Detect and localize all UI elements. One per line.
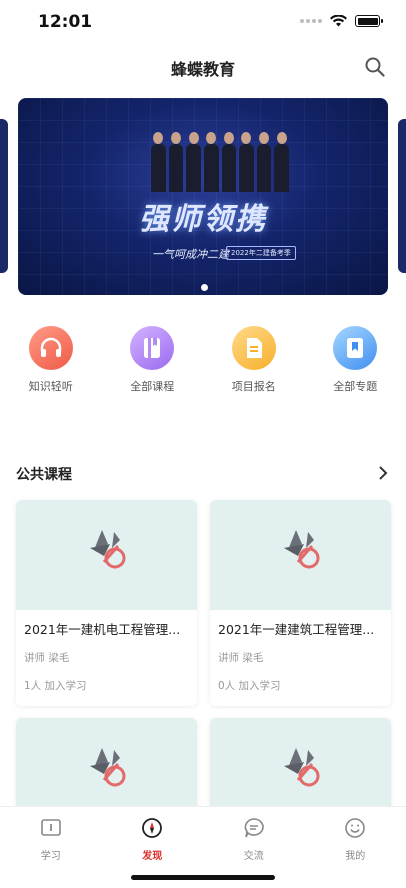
top-navbar: 蜂蝶教育 [0,46,406,88]
course-thumbnail [16,500,197,610]
headphones-icon [28,326,73,370]
course-title: 2021年一建建筑工程管理... [218,622,375,637]
course-teacher: 讲师 梁毛 [24,652,70,664]
study-icon [40,819,61,836]
banner-headline: 强师领携 [139,202,267,237]
wifi-icon [330,15,347,27]
chat-icon [244,818,264,838]
quick-entry-label: 全部课程 [130,380,175,393]
compass-icon [142,818,163,838]
quick-entry-all-courses[interactable]: 全部课程 [102,326,204,406]
banner-tag: 2022年二建备考季 [226,246,296,260]
chevron-right-icon[interactable] [376,464,390,482]
quick-entry-label: 项目报名 [231,380,276,393]
butterfly-logo-icon [284,748,320,787]
document-icon [231,326,276,370]
tab-study[interactable]: 学习 [0,807,102,888]
section-title: 公共课程 [16,467,72,483]
book-icon [130,326,175,370]
smile-icon [345,818,366,838]
home-indicator [131,875,275,880]
course-card[interactable]: 2021年一建机电工程管理... 讲师 梁毛 1人 加入学习 [16,500,197,706]
tab-label: 发现 [142,851,163,862]
course-card[interactable]: 2021年一建建筑工程管理... 讲师 梁毛 0人 加入学习 [210,500,391,706]
status-time: 12:01 [38,12,93,32]
quick-entry-label: 知识轻听 [28,380,73,393]
butterfly-logo-icon [284,530,320,569]
quick-entry-row: 知识轻听 全部课程 项目报名 全部专题 [0,326,406,406]
butterfly-logo-icon [90,748,126,787]
course-learner-count: 1人 加入学习 [24,680,87,692]
banner-carousel[interactable]: 强师领携 一气呵成冲二建 2022年二建备考季 [0,97,406,297]
carousel-prev-peek[interactable] [0,119,8,273]
banner-slide[interactable]: 强师领携 一气呵成冲二建 2022年二建备考季 [18,98,388,295]
status-icons [300,15,383,27]
quick-entry-all-topics[interactable]: 全部专题 [305,326,406,406]
battery-icon [355,15,383,27]
quick-entry-knowledge-listen[interactable]: 知识轻听 [0,326,102,406]
bookmark-icon [333,326,378,370]
status-bar: 12:01 [0,0,406,46]
bottom-tab-bar: 学习 发现 交流 我的 [0,806,406,888]
search-icon[interactable] [364,56,386,78]
course-title: 2021年一建机电工程管理... [24,622,181,637]
quick-entry-project-signup[interactable]: 项目报名 [203,326,305,406]
tab-label: 我的 [345,851,366,862]
course-teacher: 讲师 梁毛 [218,652,264,664]
carousel-indicator-dot [201,284,208,291]
carousel-next-peek[interactable] [398,119,406,273]
teacher-group-image [150,124,290,192]
signal-icon [300,19,322,23]
page-title: 蜂蝶教育 [170,60,235,79]
public-courses-header[interactable]: 公共课程 [16,462,390,486]
tab-label: 学习 [40,851,61,862]
quick-entry-label: 全部专题 [333,380,378,393]
tab-label: 交流 [243,851,264,862]
tab-mine[interactable]: 我的 [305,807,406,888]
banner-subtitle: 一气呵成冲二建 [152,248,229,261]
butterfly-logo-icon [90,530,126,569]
course-learner-count: 0人 加入学习 [218,680,281,692]
course-thumbnail [210,500,391,610]
